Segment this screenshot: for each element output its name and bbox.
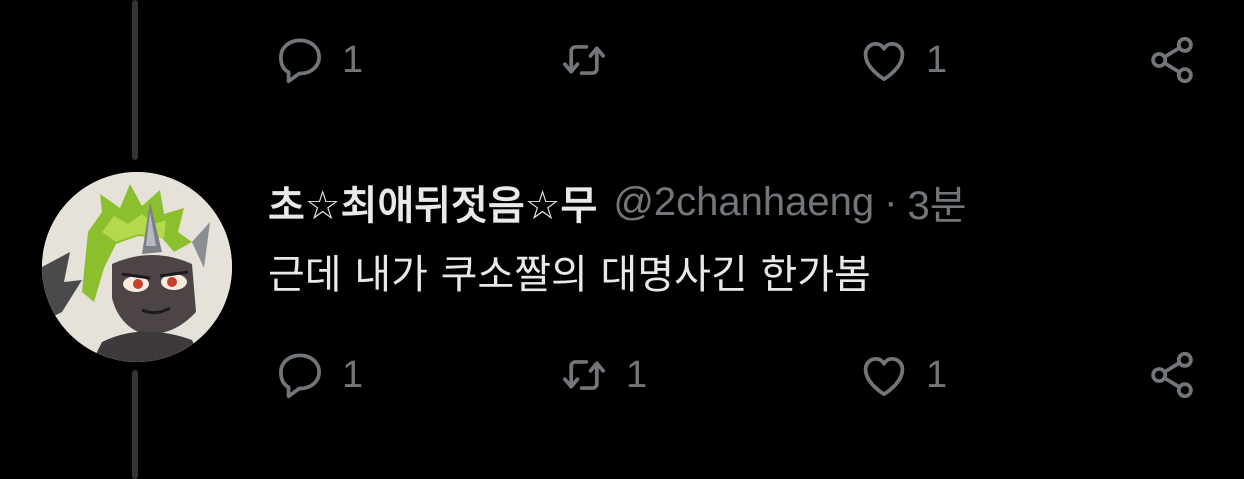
user-handle[interactable]: @2chanhaeng: [613, 180, 874, 225]
share-icon: [1144, 347, 1200, 403]
retweet-button[interactable]: [556, 30, 626, 90]
tweet-text: 근데 내가 쿠소짤의 대명사긴 한가봄: [268, 252, 871, 298]
reply-count: 1: [342, 353, 364, 396]
heart-icon: [856, 347, 912, 403]
like-count: 1: [926, 353, 948, 396]
retweet-count: 1: [626, 353, 648, 396]
heart-icon: [856, 32, 912, 88]
thread-line-bottom: [132, 370, 138, 479]
previous-tweet-action-bar: 1 1: [272, 30, 1212, 90]
reply-button[interactable]: 1: [272, 345, 363, 405]
like-button[interactable]: 1: [856, 345, 947, 405]
reply-button[interactable]: 1: [272, 30, 363, 90]
share-button[interactable]: [1144, 30, 1200, 90]
reply-icon: [272, 32, 328, 88]
like-count: 1: [926, 38, 948, 81]
avatar-image: [42, 172, 232, 362]
reply-count: 1: [342, 38, 364, 81]
share-button[interactable]: [1144, 345, 1200, 405]
avatar[interactable]: [42, 172, 232, 362]
display-name[interactable]: 초☆최애뒤젓음☆무: [268, 173, 597, 231]
thread-line-top: [132, 0, 138, 160]
retweet-icon: [556, 32, 612, 88]
like-button[interactable]: 1: [856, 30, 947, 90]
tweet-timestamp[interactable]: 3분: [907, 173, 966, 231]
retweet-button[interactable]: 1: [556, 345, 647, 405]
header-separator: ·: [884, 179, 898, 224]
retweet-icon: [556, 347, 612, 403]
tweet-action-bar: 1 1 1: [272, 345, 1212, 405]
reply-icon: [272, 347, 328, 403]
share-icon: [1144, 32, 1200, 88]
tweet-header: 초☆최애뒤젓음☆무 @2chanhaeng · 3분: [268, 172, 967, 232]
